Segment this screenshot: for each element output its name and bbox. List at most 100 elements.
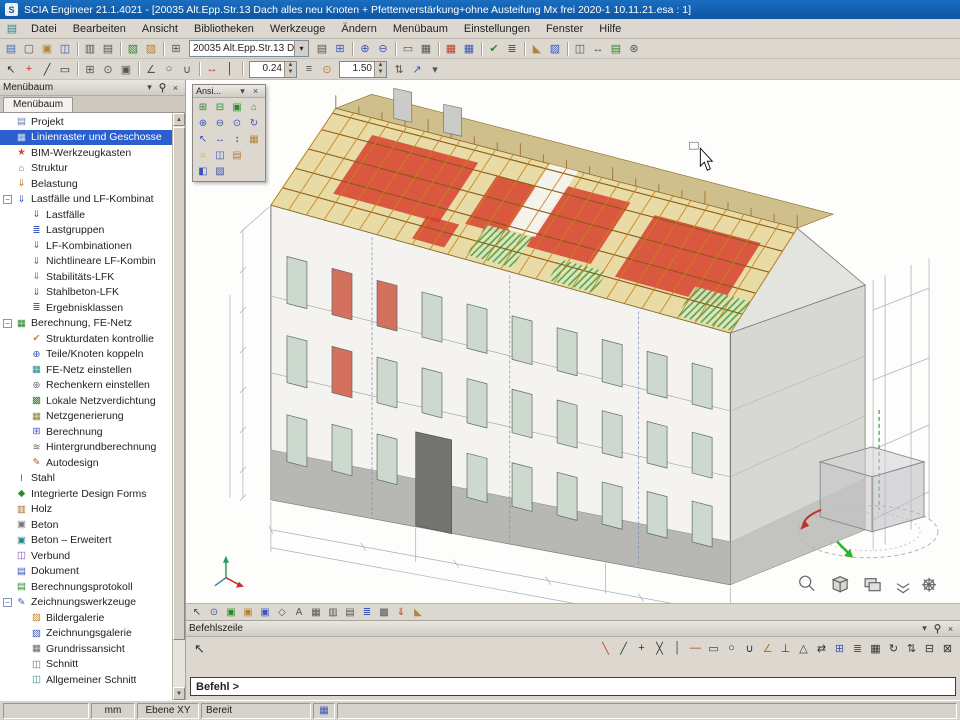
plate-tool[interactable]: ▭	[56, 61, 74, 78]
snap-endpoint[interactable]: ▣	[117, 61, 135, 78]
open-file[interactable]: ▣	[38, 40, 56, 57]
add-node[interactable]: +	[20, 61, 38, 78]
swap-axes[interactable]: ⇅	[390, 61, 408, 78]
scroll-down-icon[interactable]: ▼	[173, 687, 185, 700]
tree-item-lastfälle[interactable]: ⇓Lastfälle	[0, 207, 172, 223]
fit-width[interactable]: ↔	[212, 132, 228, 147]
perpendicular-tool[interactable]: ⊥	[777, 640, 794, 656]
new-file[interactable]: ▢	[20, 40, 38, 57]
tree-item-grundrissansicht[interactable]: ▦Grundrissansicht	[0, 641, 172, 657]
zoom-reduce[interactable]: ⊟	[212, 100, 228, 115]
section-box[interactable]: ▨	[212, 164, 228, 179]
close-icon[interactable]: ×	[944, 623, 957, 635]
move-tool[interactable]: ⇅	[903, 640, 920, 656]
expand-view[interactable]: ↗	[408, 61, 426, 78]
close-icon[interactable]: ×	[169, 82, 182, 94]
tree-item-bildergalerie[interactable]: ▨Bildergalerie	[0, 610, 172, 626]
scale-spinner[interactable]: 0.24 ▲▼	[249, 61, 297, 78]
arc-tool[interactable]: ∪	[178, 61, 196, 78]
measure[interactable]: ↔	[589, 40, 607, 57]
new-section[interactable]: ◫	[571, 40, 589, 57]
select-mode[interactable]: ↖	[189, 605, 205, 620]
collapse-toggle-icon[interactable]: −	[3, 319, 12, 328]
menu-menübaum[interactable]: Menübaum	[385, 21, 456, 37]
layers[interactable]: ▤	[313, 40, 331, 57]
tree-item-holz[interactable]: ▥Holz	[0, 502, 172, 518]
tree-item-teile-knoten-koppeln[interactable]: ⊕Teile/Knoten koppeln	[0, 347, 172, 363]
view-toolbar-close-icon[interactable]: ×	[249, 85, 262, 97]
fit-height[interactable]: ↕	[229, 132, 245, 147]
beam-tool[interactable]: ╱	[38, 61, 56, 78]
line-red[interactable]: ╲	[597, 640, 614, 656]
tree-item-zeichnungswerkzeuge[interactable]: −✎Zeichnungswerkzeuge	[0, 595, 172, 611]
more-tools[interactable]: ▾	[426, 61, 444, 78]
surfaces-toggle[interactable]: ▥	[325, 605, 341, 620]
tab-menubaum[interactable]: Menübaum	[3, 97, 73, 112]
results-display[interactable]: ◣	[410, 605, 426, 620]
tree-item-lastgruppen[interactable]: ≣Lastgruppen	[0, 223, 172, 239]
tree-item-berechnung-fe-netz[interactable]: −▦Berechnung, FE-Netz	[0, 316, 172, 332]
spinner-arrows-icon[interactable]: ▲▼	[284, 62, 296, 77]
zoom-out[interactable]: ⊖	[374, 40, 392, 57]
split-view[interactable]: ◫	[212, 148, 228, 163]
tree-item-zeichnungsgalerie[interactable]: ▧Zeichnungsgalerie	[0, 626, 172, 642]
status-plane[interactable]: Ebene XY	[137, 703, 199, 719]
menu-bearbeiten[interactable]: Bearbeiten	[65, 21, 134, 37]
select-cursor[interactable]: ↖	[2, 61, 20, 78]
intersect-snap[interactable]: ╳	[651, 640, 668, 656]
input-table[interactable]: ≣	[503, 40, 521, 57]
arc-tool[interactable]: ∪	[741, 640, 758, 656]
menu-datei[interactable]: Datei	[23, 21, 65, 37]
tree-item-rechenkern-einstellen[interactable]: ⊛Rechenkern einstellen	[0, 378, 172, 394]
tree-item-schnitt[interactable]: ◫Schnitt	[0, 657, 172, 673]
angle-tool[interactable]: ∠	[142, 61, 160, 78]
snap-grid[interactable]: ⊞	[81, 61, 99, 78]
tree-item-belastung[interactable]: ⇓Belastung	[0, 176, 172, 192]
tree-item-stabilitäts-lfk[interactable]: ⇓Stabilitäts-LFK	[0, 269, 172, 285]
viewport-3d-scene[interactable]	[186, 80, 960, 603]
horizontal-line[interactable]: —	[687, 640, 704, 656]
command-input[interactable]: Befehl >	[190, 677, 956, 696]
redraw[interactable]: ↻	[246, 116, 262, 131]
spinner-arrows-icon[interactable]: ▲▼	[374, 62, 386, 77]
tree-item-lf-kombinationen[interactable]: ⇓LF-Kombinationen	[0, 238, 172, 254]
grid-step-spinner[interactable]: 1.50 ▲▼	[339, 61, 387, 78]
pan[interactable]: ↖	[195, 132, 211, 147]
combo-dropdown-icon[interactable]: ▾	[294, 41, 308, 56]
tree-item-lokale-netzverdichtung[interactable]: ▩Lokale Netzverdichtung	[0, 393, 172, 409]
project-browser[interactable]: ▤	[2, 40, 20, 57]
status-layer-icon[interactable]: ▦	[313, 703, 335, 719]
tree-item-autodesign[interactable]: ✎Autodesign	[0, 455, 172, 471]
volumes-toggle[interactable]: ▤	[342, 605, 358, 620]
circle-tool[interactable]: ○	[160, 61, 178, 78]
view-toolbar-menu-icon[interactable]: ▾	[236, 85, 249, 97]
zoom-in[interactable]: ⊕	[195, 116, 211, 131]
tree-item-berechnungsprotokoll[interactable]: ▤Berechnungsprotokoll	[0, 579, 172, 595]
drawing-gallery[interactable]: ▨	[142, 40, 160, 57]
settings[interactable]: ⊛	[625, 40, 643, 57]
table-tool[interactable]: ≣	[849, 640, 866, 656]
rotate-tool[interactable]: ↻	[885, 640, 902, 656]
collapse-toggle-icon[interactable]: −	[3, 598, 12, 607]
cube-tool-icon[interactable]	[833, 577, 847, 592]
tree-item-linienraster-und-geschosse[interactable]: ▦Linienraster und Geschosse	[0, 130, 172, 146]
stack-tool-icon[interactable]	[897, 584, 909, 593]
snap-midpoint[interactable]: ⊙	[99, 61, 117, 78]
rectangle-tool[interactable]: ▭	[705, 640, 722, 656]
light-toggle[interactable]: ○	[195, 148, 211, 163]
tree-item-verbund[interactable]: ◫Verbund	[0, 548, 172, 564]
save-file[interactable]: ◫	[56, 40, 74, 57]
render-toggle[interactable]: ▦	[308, 605, 324, 620]
triangle-tool[interactable]: △	[795, 640, 812, 656]
axo-view[interactable]: ◇	[274, 605, 290, 620]
print-preview[interactable]: ▤	[99, 40, 117, 57]
tree-item-beton-erweitert[interactable]: ▣Beton – Erweitert	[0, 533, 172, 549]
view-z[interactable]: ▣	[257, 605, 273, 620]
osnap-mode[interactable]: ⊙	[318, 61, 336, 78]
tree-item-allgemeiner-schnitt[interactable]: ◫Allgemeiner Schnitt	[0, 672, 172, 688]
tree-item-stahlbeton-lfk[interactable]: ⇓Stahlbeton-LFK	[0, 285, 172, 301]
document-combo[interactable]: 20035 Alt.Epp.Str.13 Dach ▾	[189, 40, 309, 57]
dock-panel[interactable]: ⊠	[939, 640, 956, 656]
tree-item-lastfälle-und-lf-kombinat[interactable]: −⇓Lastfälle und LF-Kombinat	[0, 192, 172, 208]
menu-einstellungen[interactable]: Einstellungen	[456, 21, 538, 37]
